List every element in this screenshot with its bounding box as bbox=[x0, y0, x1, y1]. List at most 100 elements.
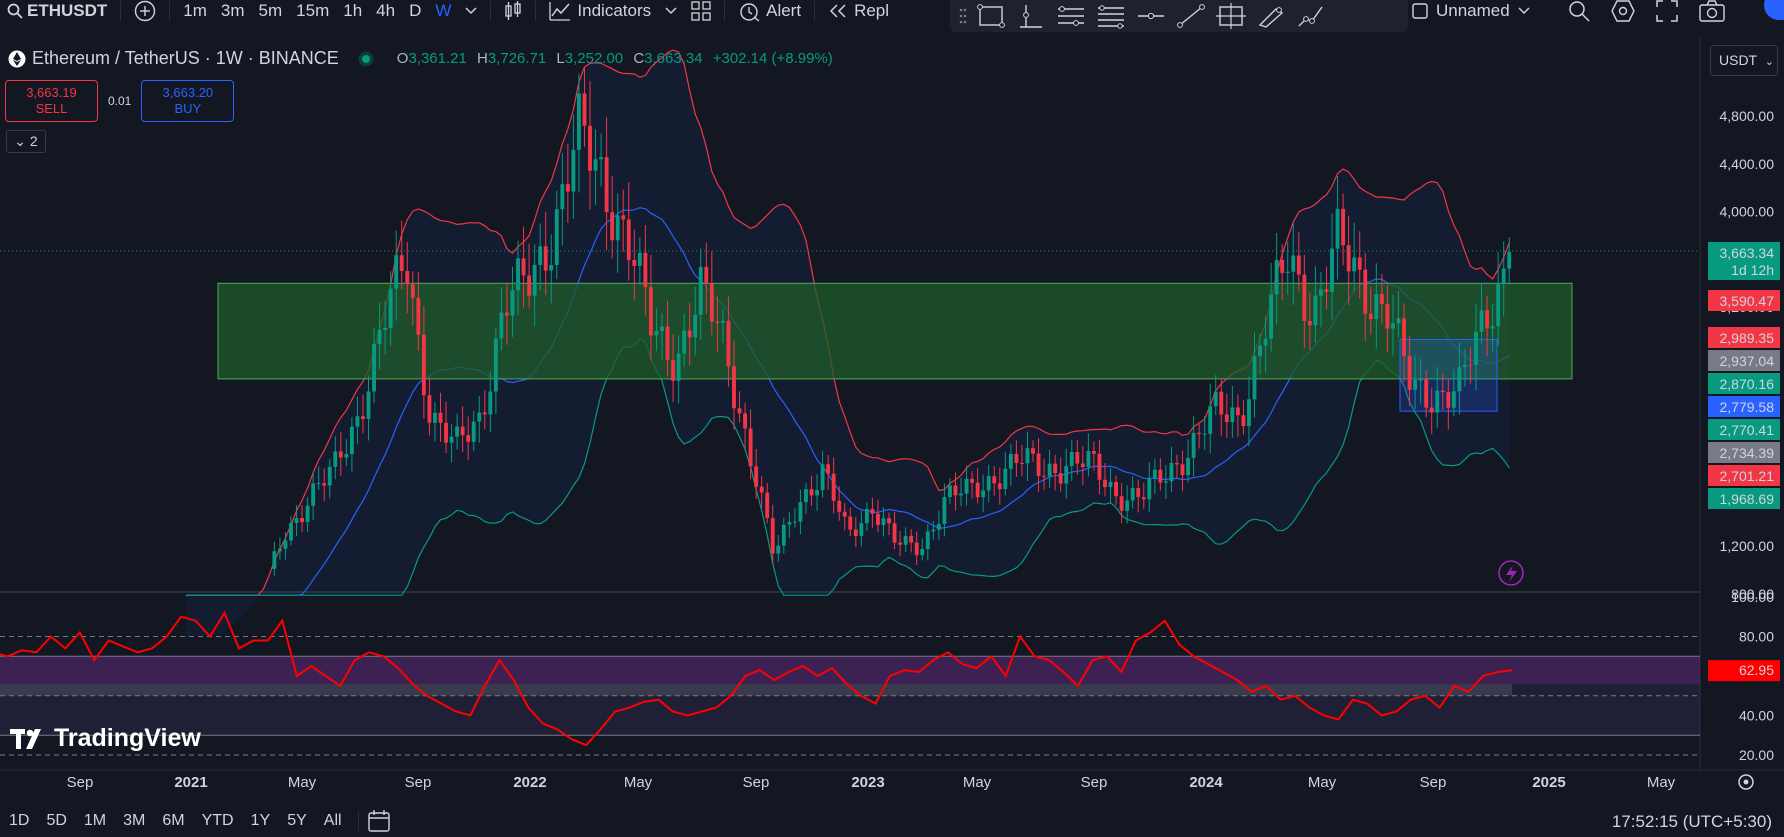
time-axis-label: May bbox=[1647, 774, 1676, 791]
interval-3m[interactable]: 3m bbox=[214, 0, 252, 22]
chart-canvas[interactable]: 4,800.004,400.004,000.003,200.001,600.00… bbox=[0, 0, 1784, 837]
clock[interactable]: 17:52:15 (UTC+5:30) bbox=[1612, 812, 1772, 832]
time-axis-label: 2021 bbox=[174, 774, 207, 791]
interval-5m[interactable]: 5m bbox=[252, 0, 290, 22]
interval-d[interactable]: D bbox=[402, 0, 428, 22]
candle-body bbox=[1019, 462, 1024, 464]
camera-icon[interactable] bbox=[1699, 0, 1725, 22]
currency-selector[interactable]: USDT ⌄ bbox=[1710, 45, 1778, 76]
candle-body bbox=[394, 255, 399, 289]
candle-body bbox=[1247, 399, 1251, 427]
brush-tool-icon[interactable] bbox=[1254, 3, 1288, 29]
candle-body bbox=[1147, 478, 1152, 500]
settings-icon[interactable] bbox=[1611, 0, 1635, 22]
candle-body bbox=[1224, 414, 1229, 423]
range-1d[interactable]: 1D bbox=[0, 812, 37, 830]
divider bbox=[724, 1, 726, 21]
candle-body bbox=[349, 426, 354, 455]
candle-body bbox=[1490, 326, 1495, 329]
fib-retracement-tool-icon[interactable] bbox=[1094, 3, 1128, 29]
drag-handle-icon[interactable] bbox=[958, 6, 968, 26]
alarm-clock-icon bbox=[740, 3, 760, 22]
templates-button[interactable] bbox=[684, 0, 718, 22]
tradingview-logo[interactable]: TradingView bbox=[10, 724, 201, 753]
candles-icon bbox=[505, 1, 522, 20]
range-3m[interactable]: 3M bbox=[114, 812, 153, 830]
candle-body bbox=[1053, 463, 1058, 474]
replay-label: Repl bbox=[854, 1, 890, 20]
rectangle-tool-icon[interactable] bbox=[974, 3, 1008, 29]
interval-4h[interactable]: 4h bbox=[369, 0, 402, 22]
range-ytd[interactable]: YTD bbox=[193, 812, 242, 830]
divider bbox=[357, 810, 359, 831]
interval-15m[interactable]: 15m bbox=[289, 0, 336, 22]
rsi-axis-label: 80.00 bbox=[1739, 629, 1774, 645]
indicators-collapse-button[interactable]: ⌄ 2 bbox=[6, 130, 46, 153]
layout-name: Unnamed bbox=[1436, 1, 1510, 20]
candle-body bbox=[1291, 255, 1296, 272]
price-label-text: 2,770.41 bbox=[1720, 422, 1775, 438]
candle-body bbox=[648, 287, 653, 336]
candle-body bbox=[1418, 379, 1423, 381]
tradingview-logo-icon bbox=[10, 728, 41, 749]
candle-body bbox=[1324, 289, 1329, 293]
price-axis-label: 4,400.00 bbox=[1720, 156, 1775, 172]
interval-1h[interactable]: 1h bbox=[336, 0, 369, 22]
candle-body bbox=[505, 312, 509, 316]
symbol-title[interactable]: Ethereum / TetherUS · 1W · BINANCE bbox=[32, 48, 339, 69]
indicators-dropdown[interactable] bbox=[658, 0, 684, 22]
path-tool-icon[interactable] bbox=[1294, 3, 1328, 29]
range-5d[interactable]: 5D bbox=[37, 812, 74, 830]
candle-body bbox=[1496, 284, 1501, 327]
interval-1m[interactable]: 1m bbox=[176, 0, 214, 22]
go-to-date-icon[interactable] bbox=[367, 809, 393, 833]
horizontal-ray-tool-icon[interactable] bbox=[1134, 3, 1168, 29]
fullscreen-icon[interactable] bbox=[1656, 0, 1678, 22]
price-label-text: 3,590.47 bbox=[1720, 293, 1775, 309]
chart-type-button[interactable] bbox=[497, 0, 529, 22]
low-key: L bbox=[556, 50, 565, 67]
layout-menu[interactable]: Unnamed bbox=[1412, 0, 1530, 22]
candle-body bbox=[444, 422, 448, 443]
candle-body bbox=[654, 331, 659, 336]
quick-search-icon[interactable] bbox=[1568, 0, 1590, 22]
sell-button[interactable]: 3,663.19 SELL bbox=[5, 80, 98, 122]
spread-value: 0.01 bbox=[108, 94, 132, 108]
range-1m[interactable]: 1M bbox=[75, 812, 114, 830]
candle-body bbox=[737, 408, 742, 414]
long-position-tool-icon[interactable] bbox=[1054, 3, 1088, 29]
interval-w[interactable]: W bbox=[428, 0, 458, 22]
indicators-button[interactable]: Indicators bbox=[542, 0, 658, 22]
candle-body bbox=[992, 476, 997, 484]
open-key: O bbox=[396, 50, 409, 67]
candle-body bbox=[1296, 255, 1301, 275]
interval-dropdown[interactable] bbox=[458, 0, 484, 22]
candle-body bbox=[1103, 479, 1107, 488]
chevron-down-icon bbox=[465, 7, 477, 15]
range-1y[interactable]: 1Y bbox=[242, 812, 279, 830]
time-axis-label: Sep bbox=[67, 774, 94, 791]
crosshair-box-tool-icon[interactable] bbox=[1214, 3, 1248, 29]
trend-line-tool-icon[interactable] bbox=[1174, 3, 1208, 29]
candle-body bbox=[743, 413, 747, 429]
candle-body bbox=[322, 483, 327, 486]
range-all[interactable]: All bbox=[315, 812, 350, 830]
candle-body bbox=[1280, 259, 1285, 273]
market-status-icon[interactable] bbox=[355, 50, 377, 68]
rsi-axis-label: 100.00 bbox=[1731, 589, 1774, 605]
candle-body bbox=[1008, 453, 1013, 469]
symbol-search[interactable]: ETHUSDT bbox=[0, 0, 114, 22]
range-6m[interactable]: 6M bbox=[153, 812, 192, 830]
candle-body bbox=[1208, 406, 1213, 434]
buy-button[interactable]: 3,663.20 BUY bbox=[141, 80, 235, 122]
anchored-vwap-tool-icon[interactable] bbox=[1014, 3, 1048, 29]
candle-body bbox=[1379, 294, 1384, 305]
candle-body bbox=[698, 266, 703, 315]
candle-body bbox=[576, 93, 581, 150]
candle-body bbox=[510, 290, 515, 316]
replay-button[interactable]: Repl bbox=[821, 0, 896, 22]
compare-button[interactable] bbox=[127, 0, 163, 22]
candle-body bbox=[643, 252, 648, 288]
range-5y[interactable]: 5Y bbox=[278, 812, 315, 830]
alert-button[interactable]: Alert bbox=[731, 0, 808, 22]
